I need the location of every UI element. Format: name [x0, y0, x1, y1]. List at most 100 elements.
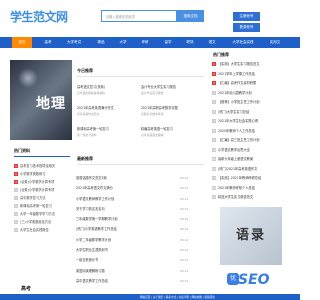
nav-item-social-practice[interactable]: 大学社会实践	[226, 37, 260, 48]
today-item[interactable]: 精编高考英语一轮复习	[141, 126, 173, 131]
list-item[interactable]: 12 (热门)2021年高考英语作文	[212, 165, 290, 175]
rank-badge: 15	[212, 195, 216, 199]
rank-badge: 3	[212, 81, 216, 85]
register-button[interactable]: 注册帐号	[233, 12, 260, 21]
list-item[interactable]: 1 高考复习技术指导及相关	[14, 162, 70, 170]
list-item[interactable]: 5 高中数学复习方法	[14, 194, 70, 202]
list-item[interactable]: 3 【汇编】高考作文素材积累	[212, 79, 290, 89]
date-label: 03-12	[180, 196, 189, 201]
hot-section-title: 热门资料	[14, 148, 30, 153]
search-button[interactable]: 搜索文档	[177, 10, 204, 22]
today-item-sub: 第一轮复习资料	[77, 133, 97, 137]
search-input[interactable]: 请输入搜索的关键词	[101, 10, 177, 22]
latest-section-title: 最新推荐	[77, 156, 93, 161]
list-item[interactable]: 10 小学语文教学反思大全	[212, 146, 290, 156]
rank-badge: 5	[212, 100, 216, 104]
rank-badge: 1	[212, 62, 216, 66]
banner-image[interactable]: 地理	[10, 60, 72, 140]
hot-divider	[14, 156, 70, 157]
rank-badge: 14	[212, 185, 216, 190]
rank-badge: 8	[212, 128, 216, 133]
date-label: 03-12	[180, 176, 189, 180]
list-item[interactable]: 5 【推荐】小学班主任工作计划	[212, 98, 290, 108]
rank-badge: 7	[14, 212, 18, 216]
list-item[interactable]: 三年级数学第一学期教学计划	[76, 214, 176, 224]
today-item[interactable]: 2021年高考英语满分作文	[77, 105, 114, 110]
list-item[interactable]: (热门)小学英语教学工作总结	[76, 224, 176, 234]
nav-item-practical[interactable]: 实用文	[264, 37, 286, 48]
list-item[interactable]: 15 精选大学生实习报告范文	[212, 193, 290, 203]
date-label: 03-12	[180, 227, 189, 232]
nav-item-study-abroad[interactable]: 留学	[160, 37, 176, 48]
list-item[interactable]: 9 大学生社会实践报告	[14, 226, 70, 234]
list-item[interactable]: 2 2021学年上学期工作总结	[212, 70, 290, 80]
nav-item-home[interactable]: 首页	[12, 37, 32, 48]
list-item[interactable]: 8 2020年教师个人工作总结	[212, 127, 290, 137]
rank-badge: 10	[212, 147, 216, 152]
nav-item-college-exam[interactable]: 大学考试	[62, 37, 86, 48]
rank-badge: 8	[14, 220, 18, 224]
rank-badge: 12	[212, 166, 216, 171]
list-item[interactable]: 13 【实用】2021年教师研修总结	[212, 174, 290, 184]
site-logo[interactable]: 学生范文网	[10, 8, 68, 25]
latest-divider	[77, 164, 205, 165]
list-item[interactable]: 高中语文教学工作总结	[76, 276, 176, 286]
date-label: 03-12	[180, 186, 189, 191]
nav-item-featured[interactable]: 精品	[93, 37, 109, 48]
today-item[interactable]: 新课标高考第一轮复习	[77, 126, 109, 131]
list-item[interactable]: 英语阅读理解练习题	[76, 266, 176, 276]
latest-list: 英语话题作文范文5篇 2021年高考语文作文满分 小学语文教师教学工作计划 关于…	[76, 173, 176, 286]
date-label: 03-12	[180, 268, 189, 273]
list-item[interactable]: 小学语文教师教学工作计划	[76, 194, 176, 204]
list-item[interactable]: 小学二年级数学教学计划	[76, 235, 176, 245]
nav-item-university[interactable]: 大学	[115, 37, 131, 48]
nav-item-gaokao[interactable]: 高考	[38, 37, 58, 48]
thumbnail-text: 语录	[236, 228, 267, 243]
rank-badge: 9	[14, 228, 18, 232]
latest-dates: 03-12 03-12 03-12 03-12 03-12 03-12 03-1…	[180, 173, 205, 286]
rank-badge: 2	[14, 172, 18, 176]
list-item[interactable]: 7 2021年大学生社会实践心得	[212, 117, 290, 127]
list-item[interactable]: 6 新课标高考第一轮复习	[14, 202, 70, 210]
today-item[interactable]: 2021年高职高考数学试题	[141, 105, 178, 110]
list-item[interactable]: 英语话题作文范文5篇	[76, 173, 176, 183]
list-item[interactable]: 2021年高考语文作文满分	[76, 183, 176, 193]
list-item[interactable]: 4 2021年幼儿园教学计划	[212, 89, 290, 99]
list-item[interactable]: 一起去看音乐节	[76, 255, 176, 265]
list-item[interactable]: 关于学习的名言名句	[76, 204, 176, 214]
date-label: 03-12	[180, 248, 189, 253]
list-item[interactable]: 2 小学数学奥数练习	[14, 170, 70, 178]
list-item[interactable]: 9 【汇编】高三班主任工作计划	[212, 136, 290, 146]
list-item[interactable]: 11 最新九年级上册语文教案	[212, 155, 290, 165]
list-item[interactable]: 3 (合集)小学数学计算专项	[14, 178, 70, 186]
login-button[interactable]: 登录帐号	[233, 23, 260, 32]
list-item[interactable]: 7 大学一年级数学学习方法	[14, 210, 70, 218]
right-thumbnail[interactable]: 语录	[220, 207, 282, 265]
nav-item-career[interactable]: 职场	[182, 37, 198, 48]
list-item[interactable]: 大学生职业生涯规划书	[76, 245, 176, 255]
date-label: 03-12	[180, 206, 189, 211]
today-item-sub: 高考语文模板素材资料	[77, 91, 105, 95]
list-item[interactable]: 14 2021年教师考核个人总结	[212, 184, 290, 194]
today-item-sub: 高考英语作文范文	[77, 112, 100, 116]
list-item[interactable]: 8 (三)小学奥数最佳方法	[14, 218, 70, 226]
list-item[interactable]: 4 (合集)小学数学计算专项	[14, 186, 70, 194]
rank-badge: 6	[14, 204, 18, 208]
rank-badge: 13	[212, 176, 216, 180]
rank-badge: 11	[212, 157, 216, 161]
right-section-title: 热门推荐	[213, 52, 229, 57]
today-item[interactable]: 高考语文复习(多篇)	[77, 84, 105, 89]
banner-glow	[18, 68, 38, 88]
nav-item-chinese[interactable]: 语文	[204, 37, 220, 48]
today-item[interactable]: 会计专业大学生实习报告	[141, 84, 176, 89]
date-label: 03-12	[180, 258, 189, 263]
list-item[interactable]: 1 【实用】大学生实习报告范文	[212, 60, 290, 70]
date-label: 03-12	[180, 217, 189, 222]
list-item[interactable]: 6 (热门)大学生实习总结	[212, 108, 290, 118]
rank-badge: 5	[14, 196, 18, 200]
today-divider	[77, 76, 205, 77]
footer-links[interactable]: 网站首页 | 关于我们 | 联系方式 | 免责声明 | 网站地图 | 投稿须知	[140, 295, 215, 299]
rank-badge: 2	[212, 71, 216, 76]
nav-item-kaoyan[interactable]: 考研	[137, 37, 153, 48]
rank-badge: 7	[212, 119, 216, 123]
